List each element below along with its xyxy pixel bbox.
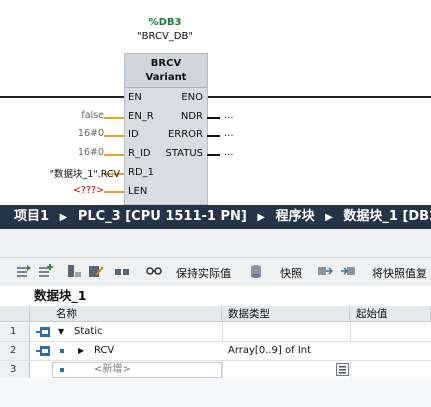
id-value[interactable]: 16#0: [78, 128, 104, 139]
header-datatype[interactable]: 数据类型: [222, 306, 350, 322]
monitor-glasses-icon[interactable]: [146, 264, 162, 278]
fb-block-name: BRCV: [150, 58, 182, 69]
copy-snapshot-icon[interactable]: [317, 264, 333, 278]
header-name[interactable]: 名称: [30, 306, 222, 322]
wire-en-r: [104, 117, 124, 119]
len-value[interactable]: <???>: [73, 185, 104, 196]
pin-eno: ENO: [181, 92, 203, 103]
wire-id: [104, 135, 124, 137]
header-rownum: [0, 306, 30, 322]
wire-len: [104, 191, 124, 193]
db-editor-toolbar: 保持实际值 快照 将快照值复: [0, 257, 431, 286]
expand-arrow-icon[interactable]: ▶: [78, 342, 84, 360]
wire-ndr: [207, 117, 220, 119]
snapshot-button[interactable]: 快照: [280, 265, 302, 281]
editor-breadcrumb-bar: 项目1 ▶ PLC_3 [CPU 1511-1 PN] ▶ 程序块 ▶ 数据块_…: [0, 205, 431, 229]
expand-collapse-icon[interactable]: ▼: [58, 323, 64, 341]
header-start-value[interactable]: 起始值: [350, 306, 431, 322]
instance-db-number: %DB3: [148, 17, 182, 28]
edit-icon[interactable]: [88, 264, 104, 278]
power-rail-right: [207, 96, 431, 98]
row-datatype[interactable]: Array[0..9] of Int: [228, 342, 311, 360]
add-new-placeholder[interactable]: <新增>: [94, 361, 131, 379]
ndr-value[interactable]: ...: [224, 110, 234, 121]
pin-status: STATUS: [165, 148, 203, 159]
datatype-picker-icon[interactable]: [336, 363, 349, 376]
data-block-title: 数据块_1: [34, 288, 87, 303]
r-id-value[interactable]: 16#0: [78, 147, 104, 158]
row-number: 1: [0, 323, 30, 341]
pin-en: EN: [128, 92, 142, 103]
breadcrumb-program-blocks[interactable]: 程序块: [276, 205, 315, 229]
collapse-icon[interactable]: [114, 264, 130, 278]
instance-db-name[interactable]: "BRCV_DB": [105, 31, 225, 42]
fb-block-variant: Variant: [145, 72, 187, 83]
insert-row-icon[interactable]: [16, 264, 32, 278]
copy-snapshot-to-start-button[interactable]: 将快照值复: [372, 265, 427, 281]
wire-r-id: [104, 154, 124, 156]
wire-error: [207, 135, 220, 137]
pin-en-r: EN_R: [128, 111, 154, 122]
pin-ndr: NDR: [180, 111, 203, 122]
editor-spacer: [0, 229, 431, 257]
table-empty-area: [0, 378, 431, 407]
row-name[interactable]: Static: [74, 323, 103, 341]
breadcrumb-plc[interactable]: PLC_3 [CPU 1511-1 PN]: [78, 205, 247, 229]
add-new-field[interactable]: [52, 362, 222, 378]
rd-1-value[interactable]: "数据块_1".RCV: [50, 166, 120, 180]
breadcrumb-separator-icon: ▶: [325, 212, 333, 223]
snapshot-db-icon[interactable]: [249, 264, 265, 278]
interface-static-icon: [36, 346, 50, 356]
expand-icon[interactable]: [66, 264, 82, 278]
table-row[interactable]: 1 ▼ Static: [0, 323, 431, 342]
en-r-value[interactable]: false: [81, 110, 104, 121]
row-number: 3: [0, 361, 30, 379]
copy-actual-icon[interactable]: [340, 264, 356, 278]
fb-header: BRCV Variant: [125, 54, 207, 88]
interface-static-icon: [36, 327, 50, 337]
pin-r-id: R_ID: [128, 148, 151, 159]
breadcrumb-separator-icon: ▶: [257, 212, 266, 223]
breadcrumb-db[interactable]: 数据块_1 [DB2]: [343, 205, 431, 229]
row-name[interactable]: RCV: [94, 342, 114, 360]
member-bullet-icon: [60, 349, 64, 353]
pin-id: ID: [128, 129, 139, 140]
table-row[interactable]: 2 ▶ RCV Array[0..9] of Int: [0, 342, 431, 361]
breadcrumb-separator-icon: ▶: [59, 212, 68, 223]
error-value[interactable]: ...: [224, 128, 234, 139]
add-row-icon[interactable]: [38, 264, 54, 278]
status-value[interactable]: ...: [224, 147, 234, 158]
pin-error: ERROR: [167, 129, 203, 140]
breadcrumb-project[interactable]: 项目1: [14, 205, 49, 229]
power-rail-left: [0, 96, 124, 98]
wire-status: [207, 154, 220, 156]
keep-actual-values-button[interactable]: 保持实际值: [176, 265, 231, 281]
pin-len: LEN: [128, 186, 148, 197]
pin-rd-1: RD_1: [128, 167, 155, 178]
row-number: 2: [0, 342, 30, 360]
